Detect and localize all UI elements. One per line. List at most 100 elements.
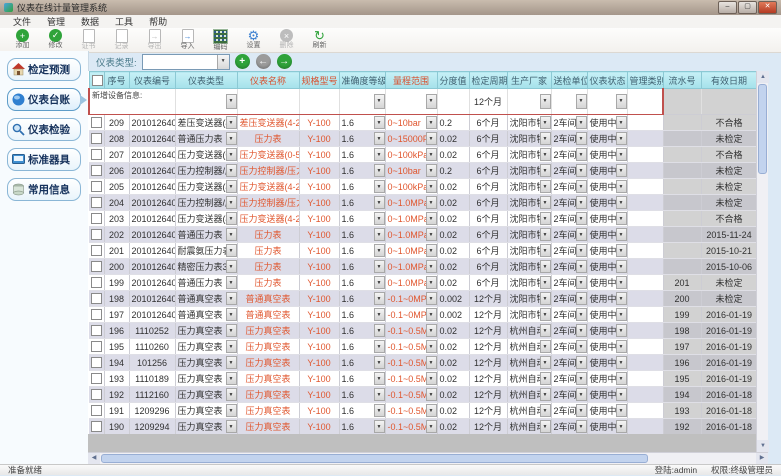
combo-arrow-icon[interactable]: ▼ [616, 244, 627, 257]
filter-add-circle-button[interactable]: + [235, 54, 250, 69]
table-row[interactable]: 198201012640普通真空表▼普通真空表Y-1001.6▼-0.1~0MP… [89, 291, 757, 307]
menu-item-1[interactable]: 管理 [40, 16, 72, 28]
combo-arrow-icon[interactable]: ▼ [226, 228, 237, 241]
combo-arrow-icon[interactable]: ▼ [616, 196, 627, 209]
row-checkbox[interactable] [91, 261, 102, 272]
row-checkbox[interactable] [91, 213, 102, 224]
toolbar-barcode-button[interactable]: 编码 [204, 29, 237, 52]
combo-arrow-icon[interactable]: ▼ [374, 228, 385, 241]
sidebar-item-3[interactable]: 标准器具 [7, 148, 81, 171]
row-checkbox[interactable] [91, 229, 102, 240]
menu-item-4[interactable]: 帮助 [142, 16, 174, 28]
combo-arrow-icon[interactable]: ▼ [426, 148, 437, 161]
combo-arrow-icon[interactable]: ▼ [616, 180, 627, 193]
combo-arrow-icon[interactable]: ▼ [540, 324, 551, 337]
vertical-scrollbar[interactable]: ▲ ▼ [756, 71, 768, 452]
combo-arrow-icon[interactable]: ▼ [374, 420, 385, 433]
add-row-cell-6[interactable]: ▼ [385, 89, 437, 115]
combo-arrow-icon[interactable]: ▼ [576, 94, 587, 109]
row-checkbox[interactable] [91, 357, 102, 368]
combo-arrow-icon[interactable]: ▼ [540, 228, 551, 241]
combo-arrow-icon[interactable]: ▼ [576, 148, 587, 161]
combo-arrow-icon[interactable]: ▼ [374, 116, 385, 129]
combo-arrow-icon[interactable]: ▼ [426, 164, 437, 177]
combo-arrow-icon[interactable]: ▼ [226, 94, 237, 109]
combo-arrow-icon[interactable]: ▼ [226, 244, 237, 257]
add-new-row[interactable]: 新增设备信息:▼▼▼12个月▼▼▼ [89, 89, 757, 115]
row-checkbox[interactable] [91, 373, 102, 384]
combo-arrow-icon[interactable]: ▼ [616, 308, 627, 321]
row-checkbox[interactable] [91, 149, 102, 160]
combo-arrow-icon[interactable]: ▼ [426, 260, 437, 273]
combo-arrow-icon[interactable]: ▼ [616, 164, 627, 177]
row-checkbox[interactable] [91, 181, 102, 192]
combo-arrow-icon[interactable]: ▼ [540, 420, 551, 433]
combo-arrow-icon[interactable]: ▼ [374, 372, 385, 385]
combo-arrow-icon[interactable]: ▼ [226, 260, 237, 273]
combo-arrow-icon[interactable]: ▼ [616, 148, 627, 161]
combo-arrow-icon[interactable]: ▼ [426, 212, 437, 225]
toolbar-delete-button[interactable]: ×删除 [270, 29, 303, 50]
combo-arrow-icon[interactable]: ▼ [374, 164, 385, 177]
table-row[interactable]: 197201012640普通真空表▼普通真空表Y-1001.6▼-0.1~0MP… [89, 307, 757, 323]
combo-arrow-icon[interactable]: ▼ [226, 276, 237, 289]
row-checkbox[interactable] [91, 117, 102, 128]
sidebar-item-4[interactable]: 常用信息 [7, 178, 81, 201]
table-row[interactable]: 200201012640rfwfhy精密压力表300分▼压力表Y-1001.6▼… [89, 259, 757, 275]
column-header-8[interactable]: 检定周期 [469, 72, 507, 89]
combo-arrow-icon[interactable]: ▼ [576, 164, 587, 177]
combo-arrow-icon[interactable]: ▼ [616, 324, 627, 337]
combo-arrow-icon[interactable]: ▼ [426, 244, 437, 257]
combo-arrow-icon[interactable]: ▼ [616, 292, 627, 305]
combo-arrow-icon[interactable]: ▼ [576, 308, 587, 321]
scroll-right-icon[interactable]: ▶ [756, 453, 768, 464]
row-checkbox[interactable] [91, 245, 102, 256]
combo-arrow-icon[interactable]: ▼ [576, 388, 587, 401]
combo-arrow-icon[interactable]: ▼ [540, 340, 551, 353]
combo-arrow-icon[interactable]: ▼ [616, 260, 627, 273]
horizontal-scrollbar[interactable]: ◀ ▶ [88, 452, 768, 464]
column-header-13[interactable]: 流水号 [663, 72, 701, 89]
combo-arrow-icon[interactable]: ▼ [226, 404, 237, 417]
add-row-cell-10[interactable]: ▼ [551, 89, 587, 115]
combo-arrow-icon[interactable]: ▼ [540, 308, 551, 321]
combo-arrow-icon[interactable]: ▼ [576, 404, 587, 417]
combo-arrow-icon[interactable]: ▼ [540, 196, 551, 209]
combo-arrow-icon[interactable]: ▼ [374, 292, 385, 305]
add-row-cell-3[interactable] [237, 89, 299, 115]
combo-arrow-icon[interactable]: ▼ [616, 372, 627, 385]
table-row[interactable]: 203201012640rfwfhy压力变送器(4-20m▼压力变送器(4-20… [89, 211, 757, 227]
combo-arrow-icon[interactable]: ▼ [540, 372, 551, 385]
combo-arrow-icon[interactable]: ▼ [540, 276, 551, 289]
combo-arrow-icon[interactable]: ▼ [426, 180, 437, 193]
scroll-down-icon[interactable]: ▼ [757, 440, 769, 452]
menu-item-3[interactable]: 工具 [108, 16, 140, 28]
combo-arrow-icon[interactable]: ▼ [426, 388, 437, 401]
combo-arrow-icon[interactable]: ▼ [576, 340, 587, 353]
combo-arrow-icon[interactable]: ▼ [374, 196, 385, 209]
row-checkbox[interactable] [91, 309, 102, 320]
combo-arrow-icon[interactable]: ▼ [374, 324, 385, 337]
combo-arrow-icon[interactable]: ▼ [576, 372, 587, 385]
toolbar-certificate-button[interactable]: 证书 [72, 29, 105, 51]
combo-arrow-icon[interactable]: ▼ [374, 148, 385, 161]
combo-arrow-icon[interactable]: ▼ [616, 276, 627, 289]
combo-arrow-icon[interactable]: ▼ [226, 388, 237, 401]
instrument-type-select[interactable]: ▼ [142, 54, 230, 70]
combo-arrow-icon[interactable]: ▼ [540, 180, 551, 193]
combo-arrow-icon[interactable]: ▼ [426, 420, 437, 433]
chevron-down-icon[interactable]: ▼ [217, 55, 229, 69]
add-row-cell-4[interactable] [299, 89, 339, 115]
combo-arrow-icon[interactable]: ▼ [374, 244, 385, 257]
add-row-cell-5[interactable]: ▼ [339, 89, 385, 115]
combo-arrow-icon[interactable]: ▼ [540, 404, 551, 417]
row-checkbox[interactable] [91, 133, 102, 144]
column-header-14[interactable]: 有效日期 [701, 72, 757, 89]
row-checkbox[interactable] [91, 277, 102, 288]
select-all-header[interactable] [89, 72, 104, 89]
table-row[interactable]: 201201012640rfwfhy耐震氨压力表▼压力表Y-1001.6▼0~1… [89, 243, 757, 259]
combo-arrow-icon[interactable]: ▼ [616, 116, 627, 129]
combo-arrow-icon[interactable]: ▼ [616, 404, 627, 417]
toolbar-add-button[interactable]: +添加 [6, 29, 39, 50]
combo-arrow-icon[interactable]: ▼ [576, 276, 587, 289]
